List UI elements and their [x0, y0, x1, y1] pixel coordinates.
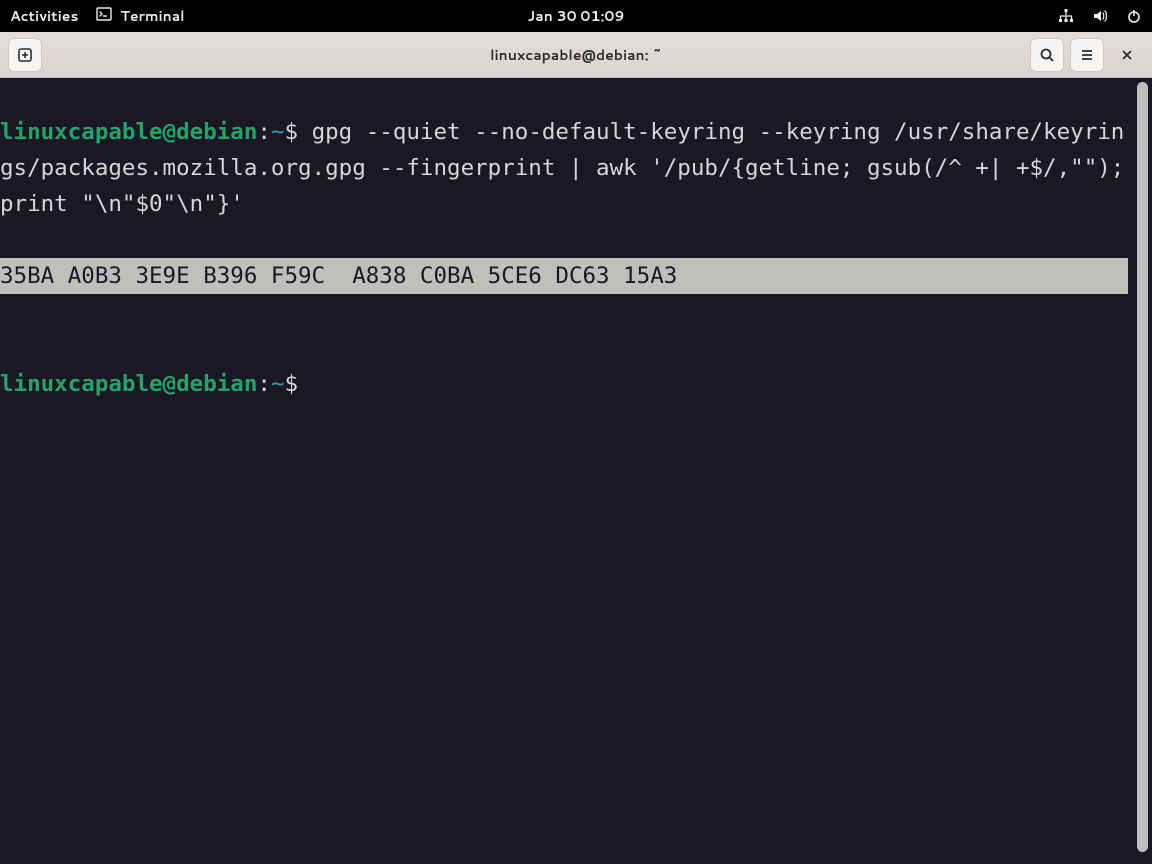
- scrollbar-thumb[interactable]: [1137, 82, 1148, 852]
- window-titlebar: linuxcapable@debian: ~: [0, 32, 1152, 78]
- gnome-topbar: Activities Terminal Jan 30 01:09: [0, 0, 1152, 32]
- power-icon[interactable]: [1126, 8, 1142, 24]
- prompt-user: linuxcapable@debian: [0, 371, 257, 397]
- terminal-icon: [96, 6, 112, 27]
- app-menu[interactable]: Terminal: [96, 6, 184, 27]
- app-menu-label: Terminal: [120, 6, 184, 26]
- prompt-dollar: $: [284, 119, 311, 145]
- prompt-user: linuxcapable@debian: [0, 119, 257, 145]
- close-button[interactable]: [1110, 38, 1144, 72]
- terminal-viewport[interactable]: linuxcapable@debian:~$ gpg --quiet --no-…: [0, 78, 1152, 864]
- hamburger-menu-button[interactable]: [1070, 38, 1104, 72]
- volume-icon[interactable]: [1092, 8, 1108, 24]
- output-fingerprint: 35BA A0B3 3E9E B396 F59C A838 C0BA 5CE6 …: [0, 258, 1128, 294]
- window-title: linuxcapable@debian: ~: [490, 45, 662, 65]
- prompt-colon: :: [257, 371, 271, 397]
- terminal-content: linuxcapable@debian:~$ gpg --quiet --no-…: [0, 114, 1128, 402]
- new-tab-button[interactable]: [8, 38, 42, 72]
- prompt-dollar: $: [284, 371, 311, 397]
- prompt-path: ~: [271, 371, 285, 397]
- search-button[interactable]: [1030, 38, 1064, 72]
- network-icon[interactable]: [1058, 8, 1074, 24]
- prompt-path: ~: [271, 119, 285, 145]
- clock[interactable]: Jan 30 01:09: [528, 6, 625, 26]
- activities-button[interactable]: Activities: [10, 6, 78, 26]
- prompt-colon: :: [257, 119, 271, 145]
